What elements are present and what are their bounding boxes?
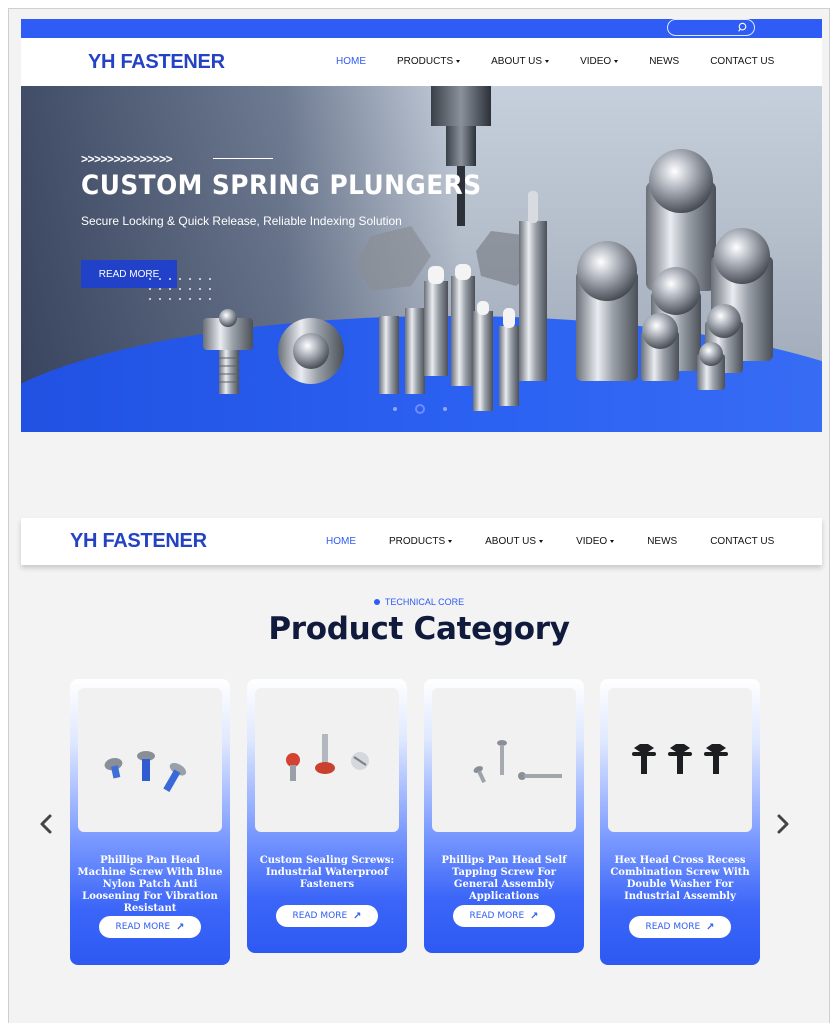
button-label: READ MORE — [115, 922, 171, 932]
search-box[interactable] — [667, 19, 755, 36]
screw-photo — [632, 744, 728, 774]
nav-label: VIDEO — [580, 56, 612, 67]
slider-dot[interactable] — [393, 407, 397, 411]
product-image[interactable] — [432, 688, 576, 832]
section-kicker: TECHNICAL CORE — [0, 597, 838, 607]
hero-title: CUSTOM SPRING PLUNGERS — [81, 170, 482, 201]
site-header: YH FASTENER HOME PRODUCTS ABOUT US VIDEO… — [21, 38, 822, 86]
nav-item-news[interactable]: NEWS — [647, 536, 677, 547]
nav-label: HOME — [336, 56, 366, 67]
nav-item-products[interactable]: PRODUCTS — [397, 56, 461, 67]
nav-item-about-us[interactable]: ABOUT US — [491, 56, 550, 67]
caret-down-icon — [448, 540, 453, 543]
nav-item-video[interactable]: VIDEO — [580, 56, 619, 67]
card-read-more-button[interactable]: READ MORE ↗ — [629, 916, 731, 938]
product-card[interactable]: Phillips Pan Head Machine Screw With Blu… — [70, 679, 230, 965]
slider-dot[interactable] — [443, 407, 447, 411]
card-title[interactable]: Hex Head Cross Recess Combination Screw … — [606, 855, 754, 903]
caret-down-icon — [456, 60, 461, 63]
screw-photo — [286, 734, 369, 781]
bullet-dot-icon — [373, 599, 380, 605]
product-card[interactable]: Hex Head Cross Recess Combination Screw … — [600, 679, 760, 965]
caret-down-icon — [610, 540, 615, 543]
card-read-more-button[interactable]: READ MORE ↗ — [453, 905, 555, 927]
nav-label: HOME — [326, 536, 356, 547]
nav-label: VIDEO — [576, 536, 608, 547]
chevron-right-icon[interactable] — [775, 813, 791, 835]
nav-item-home[interactable]: HOME — [326, 536, 356, 547]
slider-pagination — [393, 404, 465, 414]
nav-label: CONTACT US — [710, 56, 775, 67]
product-card[interactable]: Phillips Pan Head Self Tapping Screw For… — [424, 679, 584, 953]
nav-label: ABOUT US — [485, 536, 537, 547]
card-title[interactable]: Phillips Pan Head Self Tapping Screw For… — [430, 855, 578, 903]
card-read-more-button[interactable]: READ MORE ↗ — [99, 916, 201, 938]
button-label: READ MORE — [292, 911, 348, 921]
nav-item-home[interactable]: HOME — [336, 56, 366, 67]
main-nav: HOME PRODUCTS ABOUT US VIDEO NEWS CONTAC… — [336, 56, 805, 67]
screw-photo — [104, 751, 187, 792]
section-title: Product Category — [268, 611, 570, 647]
card-title[interactable]: Phillips Pan Head Machine Screw With Blu… — [76, 855, 224, 915]
arrow-up-right-icon: ↗ — [530, 910, 539, 922]
button-label: READ MORE — [469, 911, 525, 921]
decorative-dot-grid — [145, 274, 211, 304]
nav-label: CONTACT US — [710, 536, 775, 547]
hero-chevrons: >>>>>>>>>>>>>> — [81, 152, 173, 166]
nav-item-about-us[interactable]: ABOUT US — [485, 536, 544, 547]
arrow-up-right-icon: ↗ — [706, 921, 715, 933]
caret-down-icon — [539, 540, 544, 543]
chevron-left-icon[interactable] — [38, 813, 54, 835]
search-icon[interactable] — [737, 22, 748, 33]
nav-label: PRODUCTS — [397, 56, 454, 67]
card-title[interactable]: Custom Sealing Screws: Industrial Waterp… — [253, 855, 401, 891]
slider-dot-active[interactable] — [415, 404, 425, 414]
card-read-more-button[interactable]: READ MORE ↗ — [276, 905, 378, 927]
nav-label: ABOUT US — [491, 56, 543, 67]
arrow-up-right-icon: ↗ — [353, 910, 362, 922]
main-nav: HOME PRODUCTS ABOUT US VIDEO NEWS CONTAC… — [326, 536, 807, 547]
kicker-text: TECHNICAL CORE — [384, 597, 465, 607]
caret-down-icon — [545, 60, 550, 63]
nav-item-video[interactable]: VIDEO — [576, 536, 615, 547]
site-logo[interactable]: YH FASTENER — [88, 51, 225, 74]
product-image[interactable] — [608, 688, 752, 832]
nav-item-news[interactable]: NEWS — [649, 56, 679, 67]
caret-down-icon — [614, 60, 619, 63]
button-label: READ MORE — [645, 922, 701, 932]
nav-label: PRODUCTS — [389, 536, 446, 547]
nav-item-contact-us[interactable]: CONTACT US — [710, 536, 774, 547]
product-image[interactable] — [78, 688, 222, 832]
nav-label: NEWS — [647, 536, 678, 547]
hero-product-image — [203, 86, 773, 411]
sticky-header: YH FASTENER HOME PRODUCTS ABOUT US VIDEO… — [21, 518, 822, 565]
product-image[interactable] — [255, 688, 399, 832]
product-card[interactable]: Custom Sealing Screws: Industrial Waterp… — [247, 679, 407, 953]
nav-item-products[interactable]: PRODUCTS — [389, 536, 453, 547]
nav-label: NEWS — [649, 56, 680, 67]
screw-photo — [473, 740, 562, 784]
arrow-up-right-icon: ↗ — [176, 921, 185, 933]
hero-banner: >>>>>>>>>>>>>> CUSTOM SPRING PLUNGERS Se… — [21, 86, 822, 432]
nav-item-contact-us[interactable]: CONTACT US — [710, 56, 774, 67]
hero-subtitle: Secure Locking & Quick Release, Reliable… — [81, 214, 402, 228]
site-logo[interactable]: YH FASTENER — [70, 530, 207, 553]
hero-divider — [213, 158, 273, 159]
